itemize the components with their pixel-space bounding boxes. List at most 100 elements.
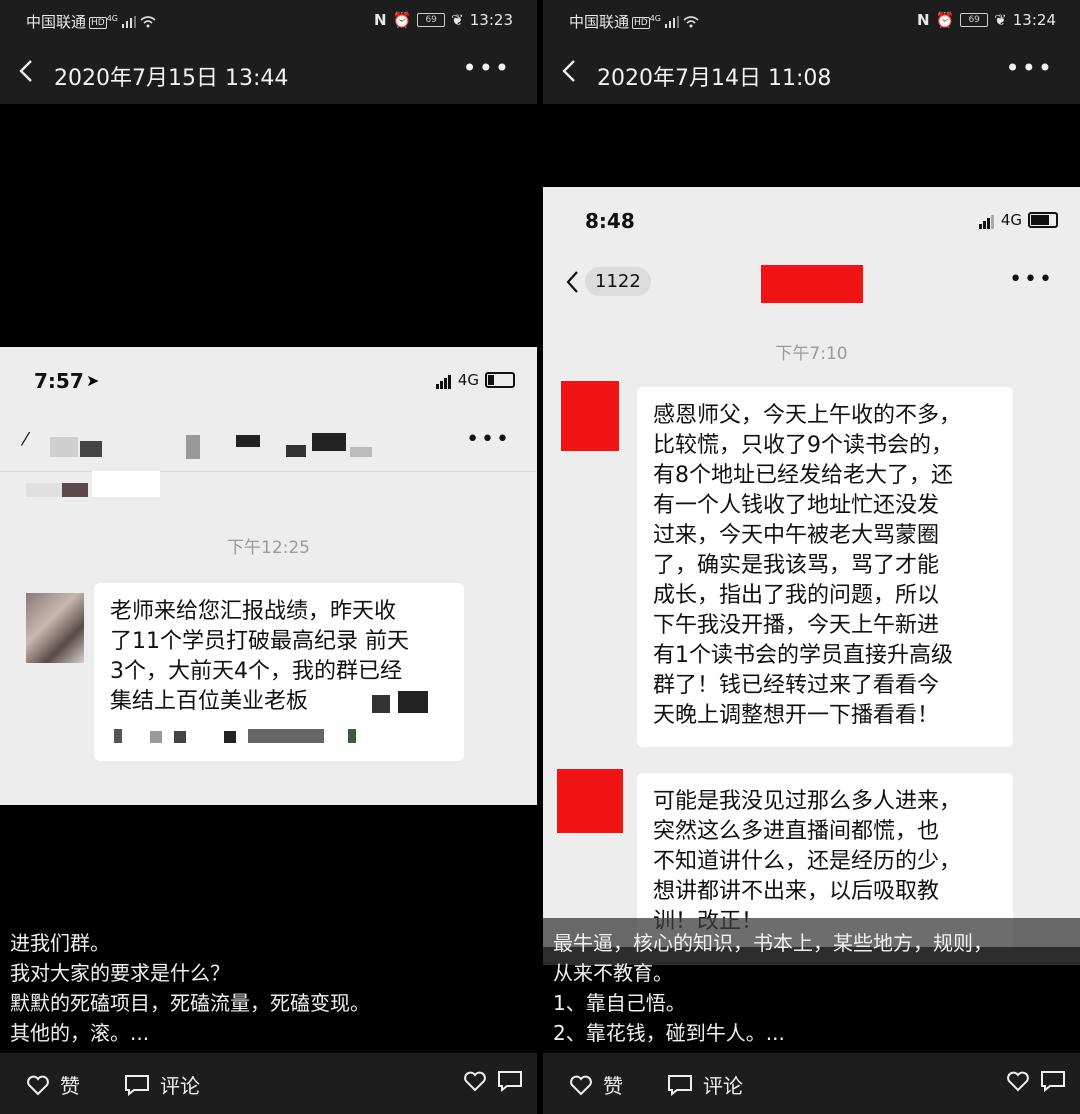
avatar-redacted[interactable] [557,769,623,833]
back-icon[interactable]: ⁄ [24,429,27,450]
caption-line: 2、靠花钱，碰到牛人。... [553,1021,785,1045]
quick-actions [1006,1070,1066,1092]
message-line: 有一个人钱收了地址忙还没发 [653,493,940,518]
caption-line: 默默的死磕项目，死磕流量，死磕变现。 [10,991,370,1015]
comment-icon[interactable] [497,1070,523,1092]
moment-panel-left: 中国联通 HD 4G N ⏰ 69 ❦ 13:23 2020年7月15日 13:44… [0,0,537,1114]
pixelated-name [286,445,306,457]
message-line: 天晚上调整想开一下播看看！ [653,703,940,728]
pixelated-content [92,471,160,497]
message-line: 比较慌，只收了9个读书会的， [653,433,953,458]
phone-network: 4G [435,371,515,389]
message-line: 老师来给您汇报战绩，昨天收 [110,599,397,624]
clock: 13:24 [1012,11,1056,29]
comment-icon [125,1074,149,1096]
chevron-left-icon [566,270,578,293]
status-right: N ⏰ 69 ❦ 13:24 [917,11,1056,29]
pixelated-content [224,731,236,743]
unread-count: 1122 [585,267,651,296]
chat-screenshot: 8:48 4G 1122 ••• 下午7:10 感恩师父，今天上午收的不多， 比… [543,187,1080,947]
caption-line: 进我们群。 [10,931,110,955]
comment-button[interactable]: 评论 [667,1070,743,1099]
carrier-name: 中国联通 [26,13,87,31]
pixelated-name [350,447,372,457]
pixelated-name [312,433,346,451]
more-icon[interactable]: ••• [466,427,511,452]
page-title: 2020年7月15日 13:44 [54,66,289,91]
network-type: 4G [106,14,119,23]
chat-header: 1122 ••• [543,257,1080,315]
like-label: 赞 [603,1074,623,1098]
moment-panel-right: 中国联通 HD 4G N ⏰ 69 ❦ 13:24 2020年7月14日 11:08… [543,0,1080,1114]
message-line: 突然这么多进直播间都慌，也 [653,819,940,844]
pixelated-name [50,437,78,457]
comment-icon [668,1074,692,1096]
phone-time: 8:48 [585,209,635,233]
back-button[interactable] [18,58,34,88]
phone-network: 4G [978,211,1058,229]
pixelated-content [248,729,324,743]
signal-icon [978,211,995,229]
comment-button[interactable]: 评论 [124,1070,200,1099]
message-line: 不知道讲什么，还是经历的少， [653,849,962,874]
comment-label: 评论 [703,1074,743,1098]
heart-icon[interactable] [463,1070,487,1092]
pixelated-name [80,441,102,457]
caption-line: 我对大家的要求是什么？ [10,961,230,985]
redacted-name [761,265,863,303]
wifi-icon [140,14,156,32]
more-icon[interactable]: ••• [1006,54,1054,82]
hd-badge: HD [632,17,650,29]
network-label: 4G [457,371,479,389]
comment-label: 评论 [160,1074,200,1098]
moment-header: 2020年7月15日 13:44 ••• [0,40,537,104]
avatar[interactable] [26,593,84,663]
avatar-redacted[interactable] [561,381,619,451]
back-button[interactable]: 1122 [565,267,651,296]
message-line: 有8个地址已经发给老大了，还 [653,463,953,488]
message-line: 有1个读书会的学员直接升高级 [653,643,953,668]
alarm-icon: ⏰ [935,11,955,29]
signal-icon [122,14,137,32]
message-line: 群了！钱已经转过来了看看今 [653,673,940,698]
network-label: 4G [1000,211,1022,229]
pixelated-content [398,691,428,713]
message-timestamp: 下午7:10 [775,344,848,364]
message-line: 成长，指出了我的问题，所以 [653,583,940,608]
like-button[interactable]: 赞 [569,1070,623,1099]
heart-icon [27,1075,49,1095]
message-bubble: 老师来给您汇报战绩，昨天收 了11个学员打破最高纪录 前天 3个，大前天4个，我… [94,583,464,761]
status-bar: 中国联通 HD 4G N ⏰ 69 ❦ 13:24 [543,0,1080,40]
alarm-icon: ⏰ [392,11,412,29]
message-line: 想讲都讲不出来，以后吸取教 [653,879,940,904]
hd-badge: HD [89,17,107,29]
more-icon[interactable]: ••• [463,54,511,82]
status-bar: 中国联通 HD 4G N ⏰ 69 ❦ 13:23 [0,0,537,40]
heart-icon[interactable] [1006,1070,1030,1092]
chat-screenshot: 7:57 ➤ 4G ⁄ ••• 下午12:25 老师来给您汇报战绩，昨天收 了1… [0,347,537,805]
message-line: 了11个学员打破最高纪录 前天 [110,629,409,654]
moment-caption: 进我们群。 我对大家的要求是什么？ 默默的死磕项目，死磕流量，死磕变现。 其他的… [0,918,537,1053]
like-label: 赞 [60,1074,80,1098]
leaf-icon: ❦ [994,11,1007,29]
carrier: 中国联通 HD 4G [569,11,699,32]
leaf-icon: ❦ [451,11,464,29]
pixelated-name [236,435,260,447]
pixelated-content [26,483,66,497]
message-timestamp: 下午12:25 [227,538,310,558]
heart-icon [570,1075,592,1095]
chevron-left-icon [19,60,32,82]
comment-icon[interactable] [1040,1070,1066,1092]
location-arrow-icon: ➤ [86,371,100,390]
more-icon[interactable]: ••• [1009,267,1054,292]
caption-line: 最牛逼，核心的知识，书本上，某些地方，规则， [553,931,993,955]
battery-icon: 69 [417,13,446,27]
message-line: 过来，今天中午被老大骂蒙圈 [653,523,940,548]
nfc-icon: N [916,11,930,29]
message-line: 了，确实是我该骂，骂了才能 [653,553,940,578]
back-button[interactable] [561,58,577,88]
caption-line: 其他的，滚。... [10,1021,150,1045]
like-button[interactable]: 赞 [26,1070,80,1099]
moment-caption: 最牛逼，核心的知识，书本上，某些地方，规则， 从来不教育。 1、靠自己悟。 2、… [543,918,1080,1053]
nfc-icon: N [373,11,387,29]
